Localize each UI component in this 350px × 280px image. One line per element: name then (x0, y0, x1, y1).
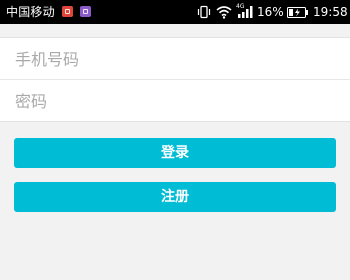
clock: 19:58 (313, 5, 348, 19)
login-form (0, 37, 350, 122)
battery-percent: 16% (257, 5, 284, 19)
login-button[interactable]: 登录 (14, 138, 336, 168)
vibrate-icon (197, 5, 211, 19)
status-bar: 中国移动 4G 16% 19:58 (0, 0, 350, 24)
phone-field (0, 38, 350, 80)
app-notification-red-icon (62, 6, 73, 17)
phone-input[interactable] (15, 38, 335, 80)
app-notification-purple-icon (80, 6, 91, 17)
register-button[interactable]: 注册 (14, 182, 336, 212)
signal-icon (238, 6, 253, 18)
wifi-icon (216, 6, 232, 19)
password-field (0, 80, 350, 122)
carrier-label: 中国移动 (6, 5, 55, 19)
password-input[interactable] (15, 80, 335, 122)
battery-charging-icon (287, 7, 308, 18)
